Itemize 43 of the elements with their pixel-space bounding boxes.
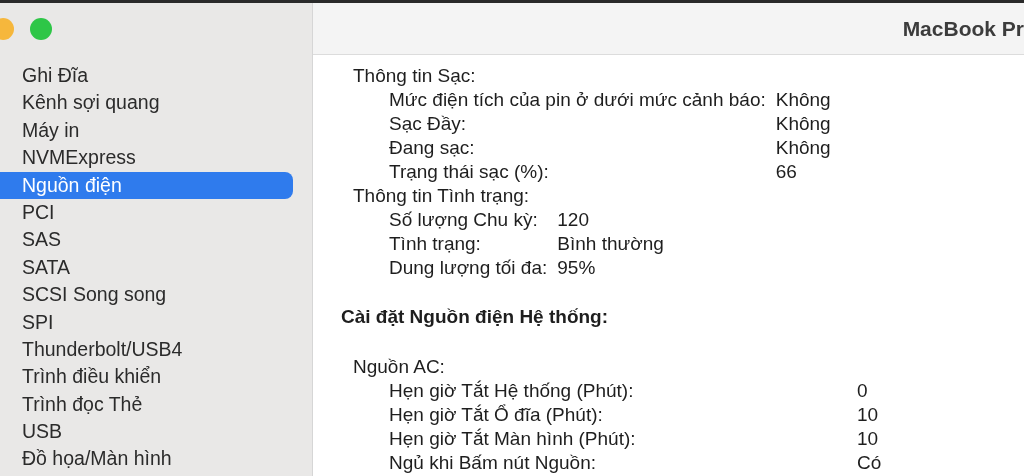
sidebar-item[interactable]: SPI bbox=[0, 308, 293, 336]
property-label: Mức điện tích của pin ở dưới mức cảnh báo: bbox=[389, 88, 766, 112]
property-value: 0 bbox=[857, 379, 869, 403]
sidebar-item[interactable]: SATA bbox=[0, 253, 293, 282]
zoom-button[interactable] bbox=[30, 17, 52, 40]
property-value: Không bbox=[775, 88, 831, 112]
property-label: Dung lượng tối đa: bbox=[389, 256, 548, 280]
property-value: Bình thường bbox=[557, 232, 664, 256]
property-label: Số lượng Chu kỳ: bbox=[389, 208, 539, 232]
property-value: 120 bbox=[557, 208, 590, 232]
property-value: 10 bbox=[857, 403, 880, 427]
sidebar-item[interactable]: Đồ họa/Màn hình bbox=[0, 445, 293, 473]
property-value: Không bbox=[775, 112, 831, 136]
sidebar-item[interactable]: Kênh sợi quang bbox=[0, 89, 293, 117]
property-value: 66 bbox=[775, 160, 798, 184]
sidebar-item[interactable]: NVMExpress bbox=[0, 144, 293, 172]
property-label: Trạng thái sạc (%): bbox=[389, 160, 550, 184]
sidebar-item[interactable]: SAS bbox=[0, 226, 293, 254]
property-label: Tình trạng: bbox=[389, 232, 482, 256]
group-title: Nguồn AC: bbox=[353, 355, 446, 379]
sidebar-item[interactable]: USB bbox=[0, 418, 293, 446]
sidebar-item[interactable]: Trình điều khiển bbox=[0, 363, 293, 391]
sidebar-item[interactable]: SCSI Song song bbox=[0, 281, 293, 309]
group-title: Thông tin Tình trạng: bbox=[353, 184, 531, 208]
sidebar-item[interactable]: PCI bbox=[0, 198, 293, 227]
sidebar-item[interactable]: Máy in bbox=[0, 116, 293, 145]
property-label: Đang sạc: bbox=[389, 136, 476, 160]
property-label: Hẹn giờ Tắt Hệ thống (Phút): bbox=[389, 379, 635, 403]
property-label: Hẹn giờ Tắt Màn hình (Phút): bbox=[389, 427, 637, 451]
property-label: Sạc Đầy: bbox=[389, 112, 468, 136]
sidebar-item[interactable]: Nguồn điện bbox=[0, 171, 293, 199]
sidebar-item[interactable]: Thunderbolt/USB4 bbox=[0, 335, 293, 364]
sidebar-item[interactable]: Ghi Đĩa bbox=[0, 62, 293, 90]
property-value: 10 bbox=[857, 427, 880, 451]
property-label: Hẹn giờ Tắt Ổ đĩa (Phút): bbox=[389, 403, 604, 427]
property-label: Ngủ khi Bấm nút Nguồn: bbox=[389, 451, 597, 475]
property-value: Không bbox=[775, 136, 831, 160]
property-value: 95% bbox=[557, 256, 597, 280]
group-title: Thông tin Sạc: bbox=[353, 64, 477, 88]
window-title: MacBook Pr bbox=[902, 16, 1024, 41]
property-value: Có bbox=[857, 451, 882, 475]
sidebar-item[interactable]: Trình đọc Thẻ bbox=[0, 390, 293, 419]
section-heading: Cài đặt Nguồn điện Hệ thống: bbox=[341, 305, 610, 329]
